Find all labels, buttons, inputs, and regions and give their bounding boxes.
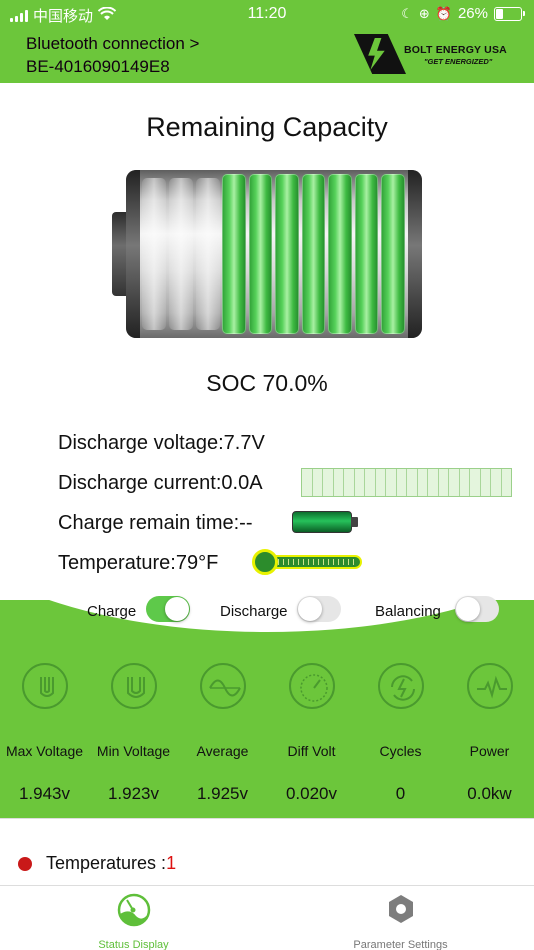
battery-cell — [301, 174, 325, 334]
mini-battery-icon — [292, 511, 358, 533]
meter-segment — [313, 469, 323, 496]
stat-value: 0 — [395, 784, 406, 803]
bluetooth-connection-link[interactable]: Bluetooth connection > BE-4016090149E8 — [26, 32, 199, 78]
stat-average: Average 1.925v — [178, 660, 267, 804]
soc-value: SOC 70.0% — [206, 370, 328, 396]
stat-min-voltage: Min Voltage 1.923v — [89, 660, 178, 804]
tab-params-label: Parameter Settings — [353, 939, 448, 950]
battery-cell — [222, 174, 246, 334]
meter-segment — [470, 469, 481, 496]
battery-cell — [328, 174, 352, 334]
meter-segment — [355, 469, 365, 496]
toggle-row: Charge Discharge Balancing — [0, 596, 534, 626]
meter-segment — [428, 469, 439, 496]
brand-logo: BOLT ENERGY USA "GET ENERGIZED" — [354, 34, 512, 74]
meter-segment — [460, 469, 470, 496]
stats-panel: Max Voltage 1.943v Min Voltage 1.923v Averag… — [0, 600, 534, 818]
meter-segment — [449, 469, 460, 496]
power-icon — [466, 663, 513, 709]
alarm-icon: ⏰ — [435, 5, 452, 21]
alert-dot-icon — [18, 856, 32, 871]
tab-bar: Status Display Parameter Settings — [0, 885, 534, 950]
stat-label: Power — [469, 743, 510, 759]
moon-icon: ☾ — [401, 5, 413, 21]
temperatures-row[interactable]: Temperatures :1 — [18, 853, 176, 874]
thermometer-icon — [252, 549, 366, 575]
charge-remain-time: Charge remain time:-- — [58, 512, 253, 534]
lock-rotation-icon: ⊕ — [418, 5, 430, 21]
tab-parameter-settings[interactable]: Parameter Settings — [267, 892, 534, 950]
stat-value: 1.925v — [196, 784, 249, 803]
temperature-reading: Temperature:79°F — [58, 552, 219, 574]
charge-toggle[interactable] — [146, 596, 190, 622]
stat-value: 1.943v — [18, 784, 71, 803]
meter-segment — [397, 469, 407, 496]
tab-status-label: Status Display — [98, 939, 169, 950]
charge-label: Charge — [87, 603, 137, 620]
brand-slogan: "GET ENERGIZED" — [424, 57, 493, 66]
discharge-toggle[interactable] — [297, 596, 341, 622]
discharge-voltage: Discharge voltage:7.7V — [58, 432, 265, 454]
stat-value: 0.020v — [285, 784, 338, 803]
stat-label: Cycles — [379, 743, 422, 759]
temperatures-label: Temperatures : — [46, 853, 167, 873]
battery-cell — [275, 174, 299, 334]
stat-label: Average — [196, 743, 249, 759]
meter-segment — [491, 469, 502, 496]
device-id: BE-4016090149E8 — [26, 57, 170, 76]
stat-value: 1.923v — [107, 784, 160, 803]
meter-segment — [418, 469, 428, 496]
stat-label: Min Voltage — [96, 743, 171, 759]
discharge-current: Discharge current:0.0A — [58, 472, 263, 494]
tab-status-display[interactable]: Status Display — [0, 892, 267, 950]
average-icon — [199, 663, 246, 709]
battery-cell — [248, 174, 272, 334]
meter-segment — [334, 469, 344, 496]
temperatures-count: 1 — [166, 853, 177, 873]
brand-name: BOLT ENERGY USA — [404, 44, 507, 56]
stat-gauge: Diff Volt 0.020v — [267, 660, 356, 804]
page-title: Remaining Capacity — [146, 112, 388, 142]
cycle-icon — [377, 663, 424, 709]
balancing-toggle[interactable] — [455, 596, 499, 622]
current-meter — [301, 468, 512, 497]
battery-percent: 26% — [457, 5, 488, 22]
app-header: Bluetooth connection > BE-4016090149E8 B… — [0, 28, 534, 83]
discharge-label: Discharge — [220, 603, 288, 620]
connection-label: Bluetooth connection > — [26, 34, 200, 53]
meter-segment — [502, 469, 512, 496]
meter-segment — [386, 469, 397, 496]
meter-segment — [365, 469, 376, 496]
meter-segment — [302, 469, 313, 496]
meter-segment — [323, 469, 334, 496]
stat-value: 0.0kw — [467, 784, 512, 803]
stat-cycle: Cycles 0 — [356, 660, 445, 804]
meter-segment — [481, 469, 491, 496]
meter-segment — [439, 469, 449, 496]
status-bar: 中国移动 11:20 ☾ ⊕ ⏰ 26% — [0, 0, 534, 28]
battery-icon — [494, 6, 525, 21]
balancing-label: Balancing — [375, 603, 441, 620]
max-voltage-icon — [21, 663, 68, 709]
meter-segment — [407, 469, 418, 496]
settings-gear-icon — [388, 895, 413, 923]
stat-max-voltage: Max Voltage 1.943v — [0, 660, 89, 804]
battery-cell — [354, 174, 378, 334]
stat-label: Diff Volt — [287, 743, 336, 759]
status-display-icon — [117, 893, 150, 927]
divider — [0, 818, 534, 819]
gauge-icon — [288, 663, 335, 709]
meter-segment — [376, 469, 386, 496]
stat-power: Power 0.0kw — [445, 660, 534, 804]
battery-level-graphic — [112, 170, 422, 338]
meter-segment — [344, 469, 355, 496]
stat-label: Max Voltage — [5, 743, 84, 759]
min-voltage-icon — [110, 663, 157, 709]
battery-cell — [381, 174, 405, 334]
